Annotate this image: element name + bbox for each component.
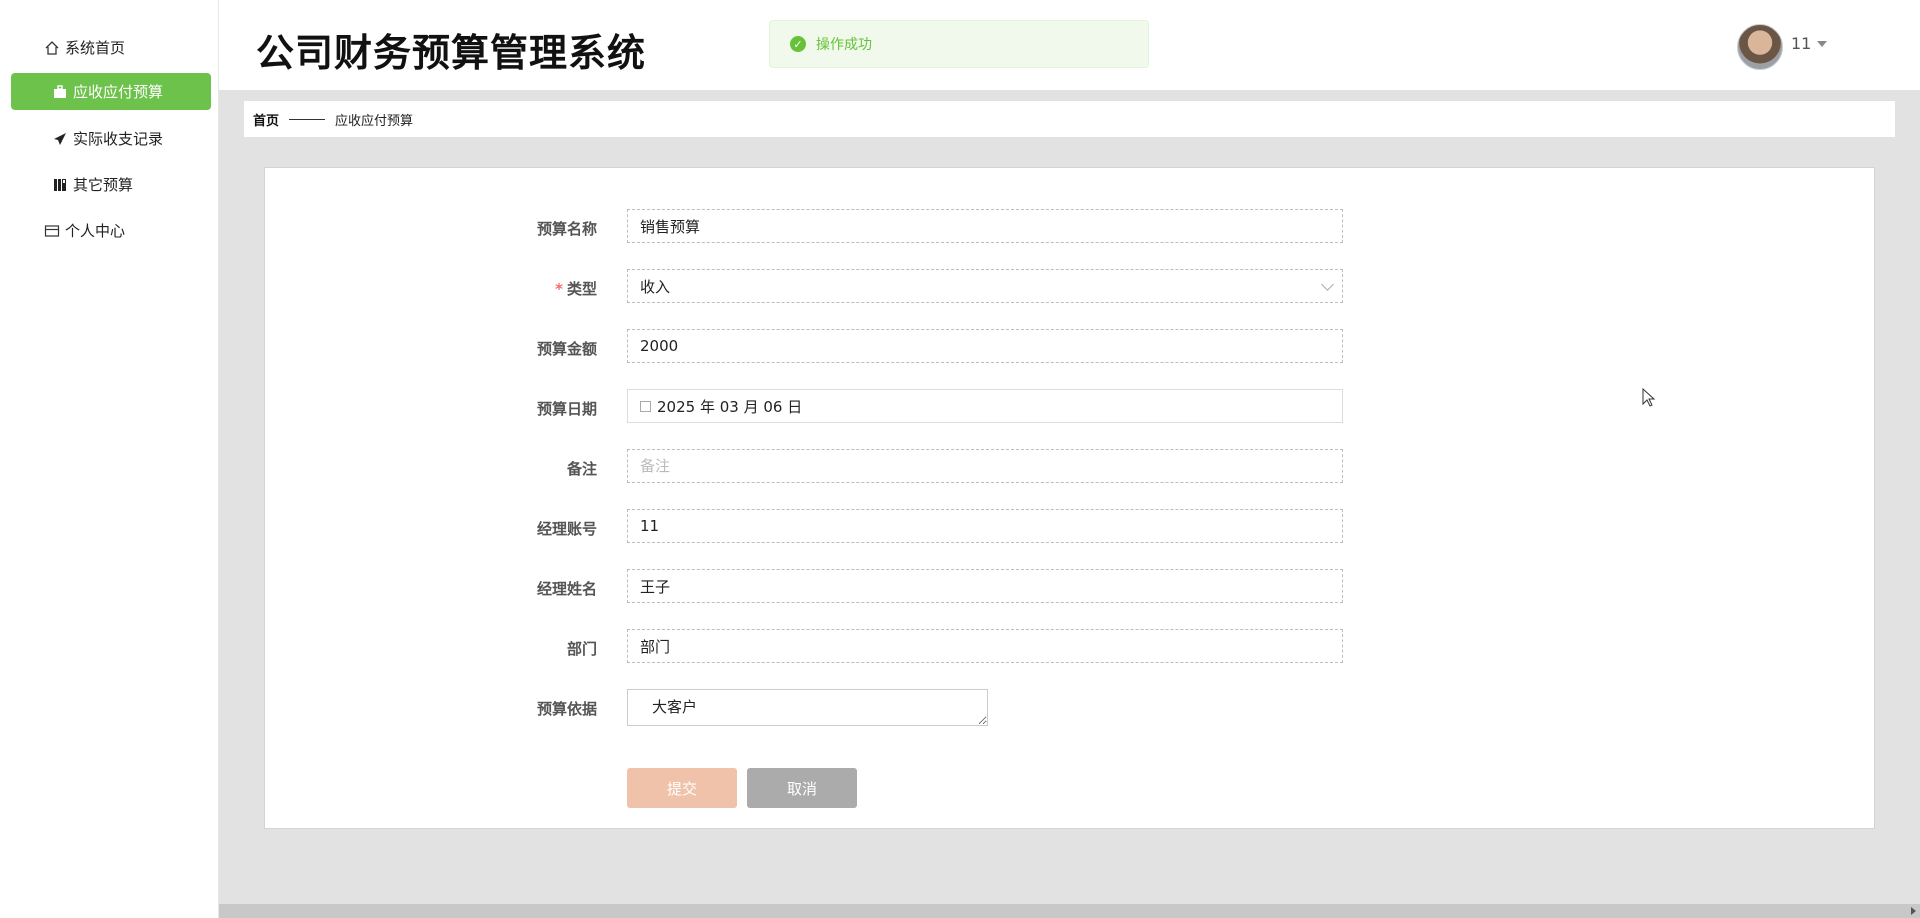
department-label: 部门 xyxy=(566,640,597,658)
app-title: 公司财务预算管理系统 xyxy=(256,31,647,75)
required-asterisk: * xyxy=(555,280,563,298)
scroll-right-icon[interactable] xyxy=(1911,907,1916,915)
success-toast: ✓ 操作成功 xyxy=(769,20,1149,68)
manager-account-label: 经理账号 xyxy=(536,520,597,538)
username[interactable]: 11 xyxy=(1791,34,1811,53)
sidebar-item-label: 个人中心 xyxy=(65,222,126,240)
type-select[interactable]: 收入 xyxy=(627,269,1343,303)
sidebar: 系统首页 应收应付预算 实际收支记录 其它预算 个人中心 xyxy=(0,0,219,918)
sidebar-item-home[interactable]: 系统首页 xyxy=(11,29,211,66)
check-circle-icon: ✓ xyxy=(790,36,806,52)
remark-input[interactable] xyxy=(627,449,1343,483)
name-label: 预算名称 xyxy=(536,220,597,238)
breadcrumb: 首页 应收应付预算 xyxy=(244,101,1895,137)
header: 公司财务预算管理系统 ✓ 操作成功 11 xyxy=(219,0,1920,90)
breadcrumb-separator xyxy=(289,118,326,120)
home-icon xyxy=(43,39,61,57)
form-row-manager-account: 经理账号 xyxy=(265,509,1365,545)
horizontal-scrollbar[interactable] xyxy=(219,904,1920,918)
card-icon xyxy=(43,222,61,240)
sidebar-item-label: 系统首页 xyxy=(65,39,126,57)
budget-amount-input[interactable] xyxy=(627,329,1343,363)
toast-message: 操作成功 xyxy=(816,37,872,53)
sidebar-item-label: 应收应付预算 xyxy=(73,83,164,101)
sidebar-item-actual-records[interactable]: 实际收支记录 xyxy=(11,120,211,157)
form-row-manager-name: 经理姓名 xyxy=(265,569,1365,605)
amount-label: 预算金额 xyxy=(536,340,597,358)
type-label-wrap: * 类型 xyxy=(465,278,597,299)
chevron-down-icon xyxy=(1321,278,1334,291)
form-row-name: 预算名称 xyxy=(265,209,1365,245)
sidebar-item-receivable-payable-budget[interactable]: 应收应付预算 xyxy=(11,73,211,110)
budget-basis-textarea[interactable]: 大客户 xyxy=(627,689,988,726)
sidebar-item-personal-center[interactable]: 个人中心 xyxy=(11,212,211,249)
main-content: 首页 应收应付预算 预算名称 *类型 收入 预算金额 预算日期 2025 xyxy=(219,90,1920,918)
date-label: 预算日期 xyxy=(536,400,597,418)
calendar-icon xyxy=(640,400,651,412)
budget-form-card: 预算名称 *类型 收入 预算金额 预算日期 2025 年 03 月 06 日 备 xyxy=(264,167,1875,829)
form-row-department: 部门 xyxy=(265,629,1365,665)
paper-plane-icon xyxy=(51,130,69,148)
sidebar-item-label: 实际收支记录 xyxy=(73,130,164,148)
cancel-button[interactable]: 取消 xyxy=(747,768,857,808)
budget-name-input[interactable] xyxy=(627,209,1343,243)
form-row-remark: 备注 xyxy=(265,449,1365,485)
book-icon xyxy=(51,176,69,194)
form-row-basis: 预算依据 大客户 xyxy=(265,689,1365,726)
breadcrumb-current: 应收应付预算 xyxy=(335,113,414,129)
form-row-type: * 类型 收入 xyxy=(265,269,1365,305)
submit-button[interactable]: 提交 xyxy=(627,768,737,808)
form-actions: 提交 取消 xyxy=(265,768,1365,808)
type-label: 类型 xyxy=(566,280,597,298)
caret-down-icon[interactable] xyxy=(1817,41,1827,47)
department-input[interactable] xyxy=(627,629,1343,663)
basis-label: 预算依据 xyxy=(536,700,597,718)
form-row-date: 预算日期 2025 年 03 月 06 日 xyxy=(265,389,1365,425)
manager-account-input[interactable] xyxy=(627,509,1343,543)
sidebar-item-other-budget[interactable]: 其它预算 xyxy=(11,166,211,203)
briefcase-icon xyxy=(51,83,69,101)
mouse-cursor-icon xyxy=(1642,388,1656,407)
budget-date-value: 2025 年 03 月 06 日 xyxy=(657,397,803,416)
avatar[interactable] xyxy=(1737,24,1783,70)
breadcrumb-home[interactable]: 首页 xyxy=(253,110,279,129)
form-row-amount: 预算金额 xyxy=(265,329,1365,365)
remark-label: 备注 xyxy=(566,460,597,478)
type-select-value: 收入 xyxy=(640,277,671,296)
manager-name-label: 经理姓名 xyxy=(536,580,597,598)
manager-name-input[interactable] xyxy=(627,569,1343,603)
budget-date-picker[interactable]: 2025 年 03 月 06 日 xyxy=(627,389,1343,423)
sidebar-item-label: 其它预算 xyxy=(73,176,134,194)
